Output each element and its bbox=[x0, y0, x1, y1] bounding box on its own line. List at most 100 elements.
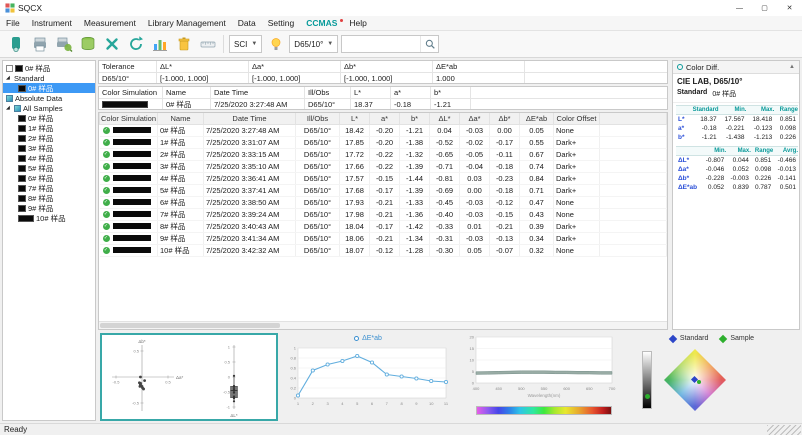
sample-row[interactable]: ✓ 5# 样品 7/25/2020 3:37:41 AM D65/10° 17.68 -0… bbox=[99, 184, 667, 197]
resize-grip-icon[interactable] bbox=[767, 424, 801, 435]
svg-text:450: 450 bbox=[495, 386, 502, 391]
menu-item-ccmas[interactable]: CCMAS bbox=[300, 18, 344, 28]
standard-value-row: 0# 样品 7/25/2020 3:27:48 AM D65/10° 18.37 -0.… bbox=[99, 98, 667, 109]
tree-item-sample[interactable]: 5# 样品 bbox=[3, 163, 95, 173]
sci-dropdown-label: SCI bbox=[234, 39, 248, 49]
tree-group-all-samples[interactable]: ◢ All Samples bbox=[3, 103, 95, 113]
menu-item-instrument[interactable]: Instrument bbox=[26, 18, 78, 28]
menu-item-help[interactable]: Help bbox=[343, 18, 372, 28]
column-header[interactable]: Color Simulation bbox=[99, 113, 158, 125]
column-header[interactable]: Color Offset bbox=[553, 113, 600, 125]
search-input[interactable] bbox=[342, 36, 421, 52]
svg-text:0.8: 0.8 bbox=[290, 356, 296, 361]
menu-item-setting[interactable]: Setting bbox=[262, 18, 300, 28]
chromaticity-body bbox=[626, 344, 798, 416]
cell-dE: 0.34 bbox=[519, 232, 554, 245]
color-swatch-icon bbox=[18, 124, 26, 132]
tree-item-sample[interactable]: 1# 样品 bbox=[3, 123, 95, 133]
cell-b: -1.38 bbox=[399, 136, 430, 149]
menu-item-library-management[interactable]: Library Management bbox=[142, 18, 232, 28]
close-button[interactable]: ✕ bbox=[777, 0, 802, 16]
cell-a: -0.21 bbox=[369, 208, 400, 221]
simulation-wrap: ✓ bbox=[102, 174, 156, 182]
tree-item-sample[interactable]: 9# 样品 bbox=[3, 203, 95, 213]
column-header[interactable]: Date Time bbox=[203, 113, 296, 125]
column-header[interactable]: ΔL* bbox=[429, 113, 460, 125]
light-source-icon[interactable] bbox=[265, 34, 286, 55]
checkbox-icon[interactable] bbox=[6, 64, 13, 72]
tree-group-absolute-data[interactable]: Absolute Data bbox=[3, 93, 95, 103]
cd-value: 0.226 bbox=[754, 175, 772, 182]
delete-icon[interactable] bbox=[101, 34, 122, 55]
sample-row[interactable]: ✓ 0# 样品 7/25/2020 3:27:48 AM D65/10° 18.42 -0… bbox=[99, 124, 667, 137]
collapse-arrow-icon[interactable]: ▲ bbox=[789, 64, 795, 70]
cell-offset: Dark+ bbox=[553, 136, 600, 149]
sample-row[interactable]: ✓ 10# 样品 7/25/2020 3:42:32 AM D65/10° 18.07-… bbox=[99, 244, 667, 257]
cd-value: -0.466 bbox=[777, 157, 796, 164]
scatter-chart-panel: 0.5 0.5 -0.5 -0.5 Δa* Δb* 1 0.5 0 -0.5 -1 ΔL* bbox=[100, 333, 278, 421]
maximize-button[interactable]: ▢ bbox=[752, 0, 777, 16]
measure-icon[interactable] bbox=[5, 34, 26, 55]
expand-arrow-icon[interactable]: ◢ bbox=[6, 103, 12, 113]
sample-row[interactable]: ✓ 6# 样品 7/25/2020 3:38:50 AM D65/10° 17.93 -0… bbox=[99, 196, 667, 209]
sample-row[interactable]: ✓ 1# 样品 7/25/2020 3:31:07 AM D65/10° 17.85 -0… bbox=[99, 136, 667, 149]
ruler-icon[interactable] bbox=[197, 34, 218, 55]
column-header[interactable]: ΔE*ab bbox=[519, 113, 554, 125]
sample-row[interactable]: ✓ 3# 样品 7/25/2020 3:35:10 AM D65/10° 17.66 -0… bbox=[99, 160, 667, 173]
column-header[interactable]: Δb* bbox=[489, 113, 520, 125]
sample-row[interactable]: ✓ 4# 样品 7/25/2020 3:36:41 AM D65/10° 17.57 -0… bbox=[99, 172, 667, 185]
column-header[interactable]: L* bbox=[339, 113, 370, 125]
color-swatch-icon bbox=[18, 84, 26, 92]
cd-value: -0.221 bbox=[726, 125, 745, 132]
chart-icon[interactable] bbox=[149, 34, 170, 55]
tree-item-sample[interactable]: 4# 样品 bbox=[3, 153, 95, 163]
tree-item-sample[interactable]: 8# 样品 bbox=[3, 193, 95, 203]
tree-item-sample[interactable]: 7# 样品 bbox=[3, 183, 95, 193]
color-simulation-cell: ✓ bbox=[99, 220, 158, 233]
cell-dL: -0.69 bbox=[429, 184, 460, 197]
menu-item-file[interactable]: File bbox=[0, 18, 26, 28]
print-icon[interactable] bbox=[29, 34, 50, 55]
pass-check-icon: ✓ bbox=[102, 138, 110, 146]
refresh-icon[interactable] bbox=[125, 34, 146, 55]
tree-item-root-standard[interactable]: 0# 样品 bbox=[3, 63, 95, 73]
sample-row[interactable]: ✓ 7# 样品 7/25/2020 3:39:24 AM D65/10° 17.98 -0… bbox=[99, 208, 667, 221]
menu-item-measurement[interactable]: Measurement bbox=[78, 18, 142, 28]
column-header[interactable]: Ill/Obs bbox=[295, 113, 340, 125]
ab-color-plane bbox=[664, 349, 726, 411]
svg-text:400: 400 bbox=[473, 386, 480, 391]
tree-item-sample[interactable]: 0# 样品 bbox=[3, 113, 95, 123]
column-header[interactable]: a* bbox=[369, 113, 400, 125]
print-preview-icon[interactable] bbox=[53, 34, 74, 55]
database-icon[interactable] bbox=[77, 34, 98, 55]
clear-icon[interactable] bbox=[173, 34, 194, 55]
sci-dropdown[interactable]: SCI ▼ bbox=[229, 35, 263, 53]
sample-row[interactable]: ✓ 2# 样品 7/25/2020 3:33:15 AM D65/10° 17.72 -0… bbox=[99, 148, 667, 161]
column-header[interactable]: Name bbox=[157, 113, 204, 125]
column-header[interactable]: Δa* bbox=[459, 113, 490, 125]
scrollbar-thumb[interactable] bbox=[100, 323, 280, 328]
menu-item-data[interactable]: Data bbox=[232, 18, 262, 28]
table-horizontal-scrollbar[interactable] bbox=[99, 321, 667, 329]
search-icon[interactable] bbox=[420, 36, 438, 52]
tree-group-standard[interactable]: ◢ Standard bbox=[3, 73, 95, 83]
menu-bar: File Instrument Measurement Library Managem… bbox=[0, 16, 802, 31]
tree-item-sample[interactable]: 6# 样品 bbox=[3, 173, 95, 183]
minimize-button[interactable]: — bbox=[727, 0, 752, 16]
tree-item-sample[interactable]: 0# 样品 bbox=[3, 83, 95, 93]
cell-da: -0.03 bbox=[459, 208, 490, 221]
legend-sample: Sample bbox=[719, 334, 754, 343]
toolbar-separator bbox=[223, 35, 224, 53]
color-swatch-icon bbox=[112, 247, 151, 253]
tree-group-label: Standard bbox=[14, 73, 45, 83]
sample-row[interactable]: ✓ 8# 样品 7/25/2020 3:40:43 AM D65/10° 18.04 -0… bbox=[99, 220, 667, 233]
illuminant-observer-dropdown[interactable]: D65/10° ▼ bbox=[289, 35, 339, 53]
cell-da: 0.05 bbox=[459, 244, 490, 257]
tree-item-sample[interactable]: 3# 样品 bbox=[3, 143, 95, 153]
column-header[interactable]: b* bbox=[399, 113, 430, 125]
tree-item-sample[interactable]: 10# 样品 bbox=[3, 213, 95, 223]
tree-item-sample[interactable]: 2# 样品 bbox=[3, 133, 95, 143]
expand-arrow-icon[interactable]: ◢ bbox=[6, 73, 12, 83]
sample-row[interactable]: ✓ 9# 样品 7/25/2020 3:41:34 AM D65/10° 18.06 -0… bbox=[99, 232, 667, 245]
trend-chart-panel: ΔE*ab 0 0.2 0.4 0.6 0.8 1 1 2 3 4 5 6 7 8 9 10 11 bbox=[282, 333, 454, 421]
